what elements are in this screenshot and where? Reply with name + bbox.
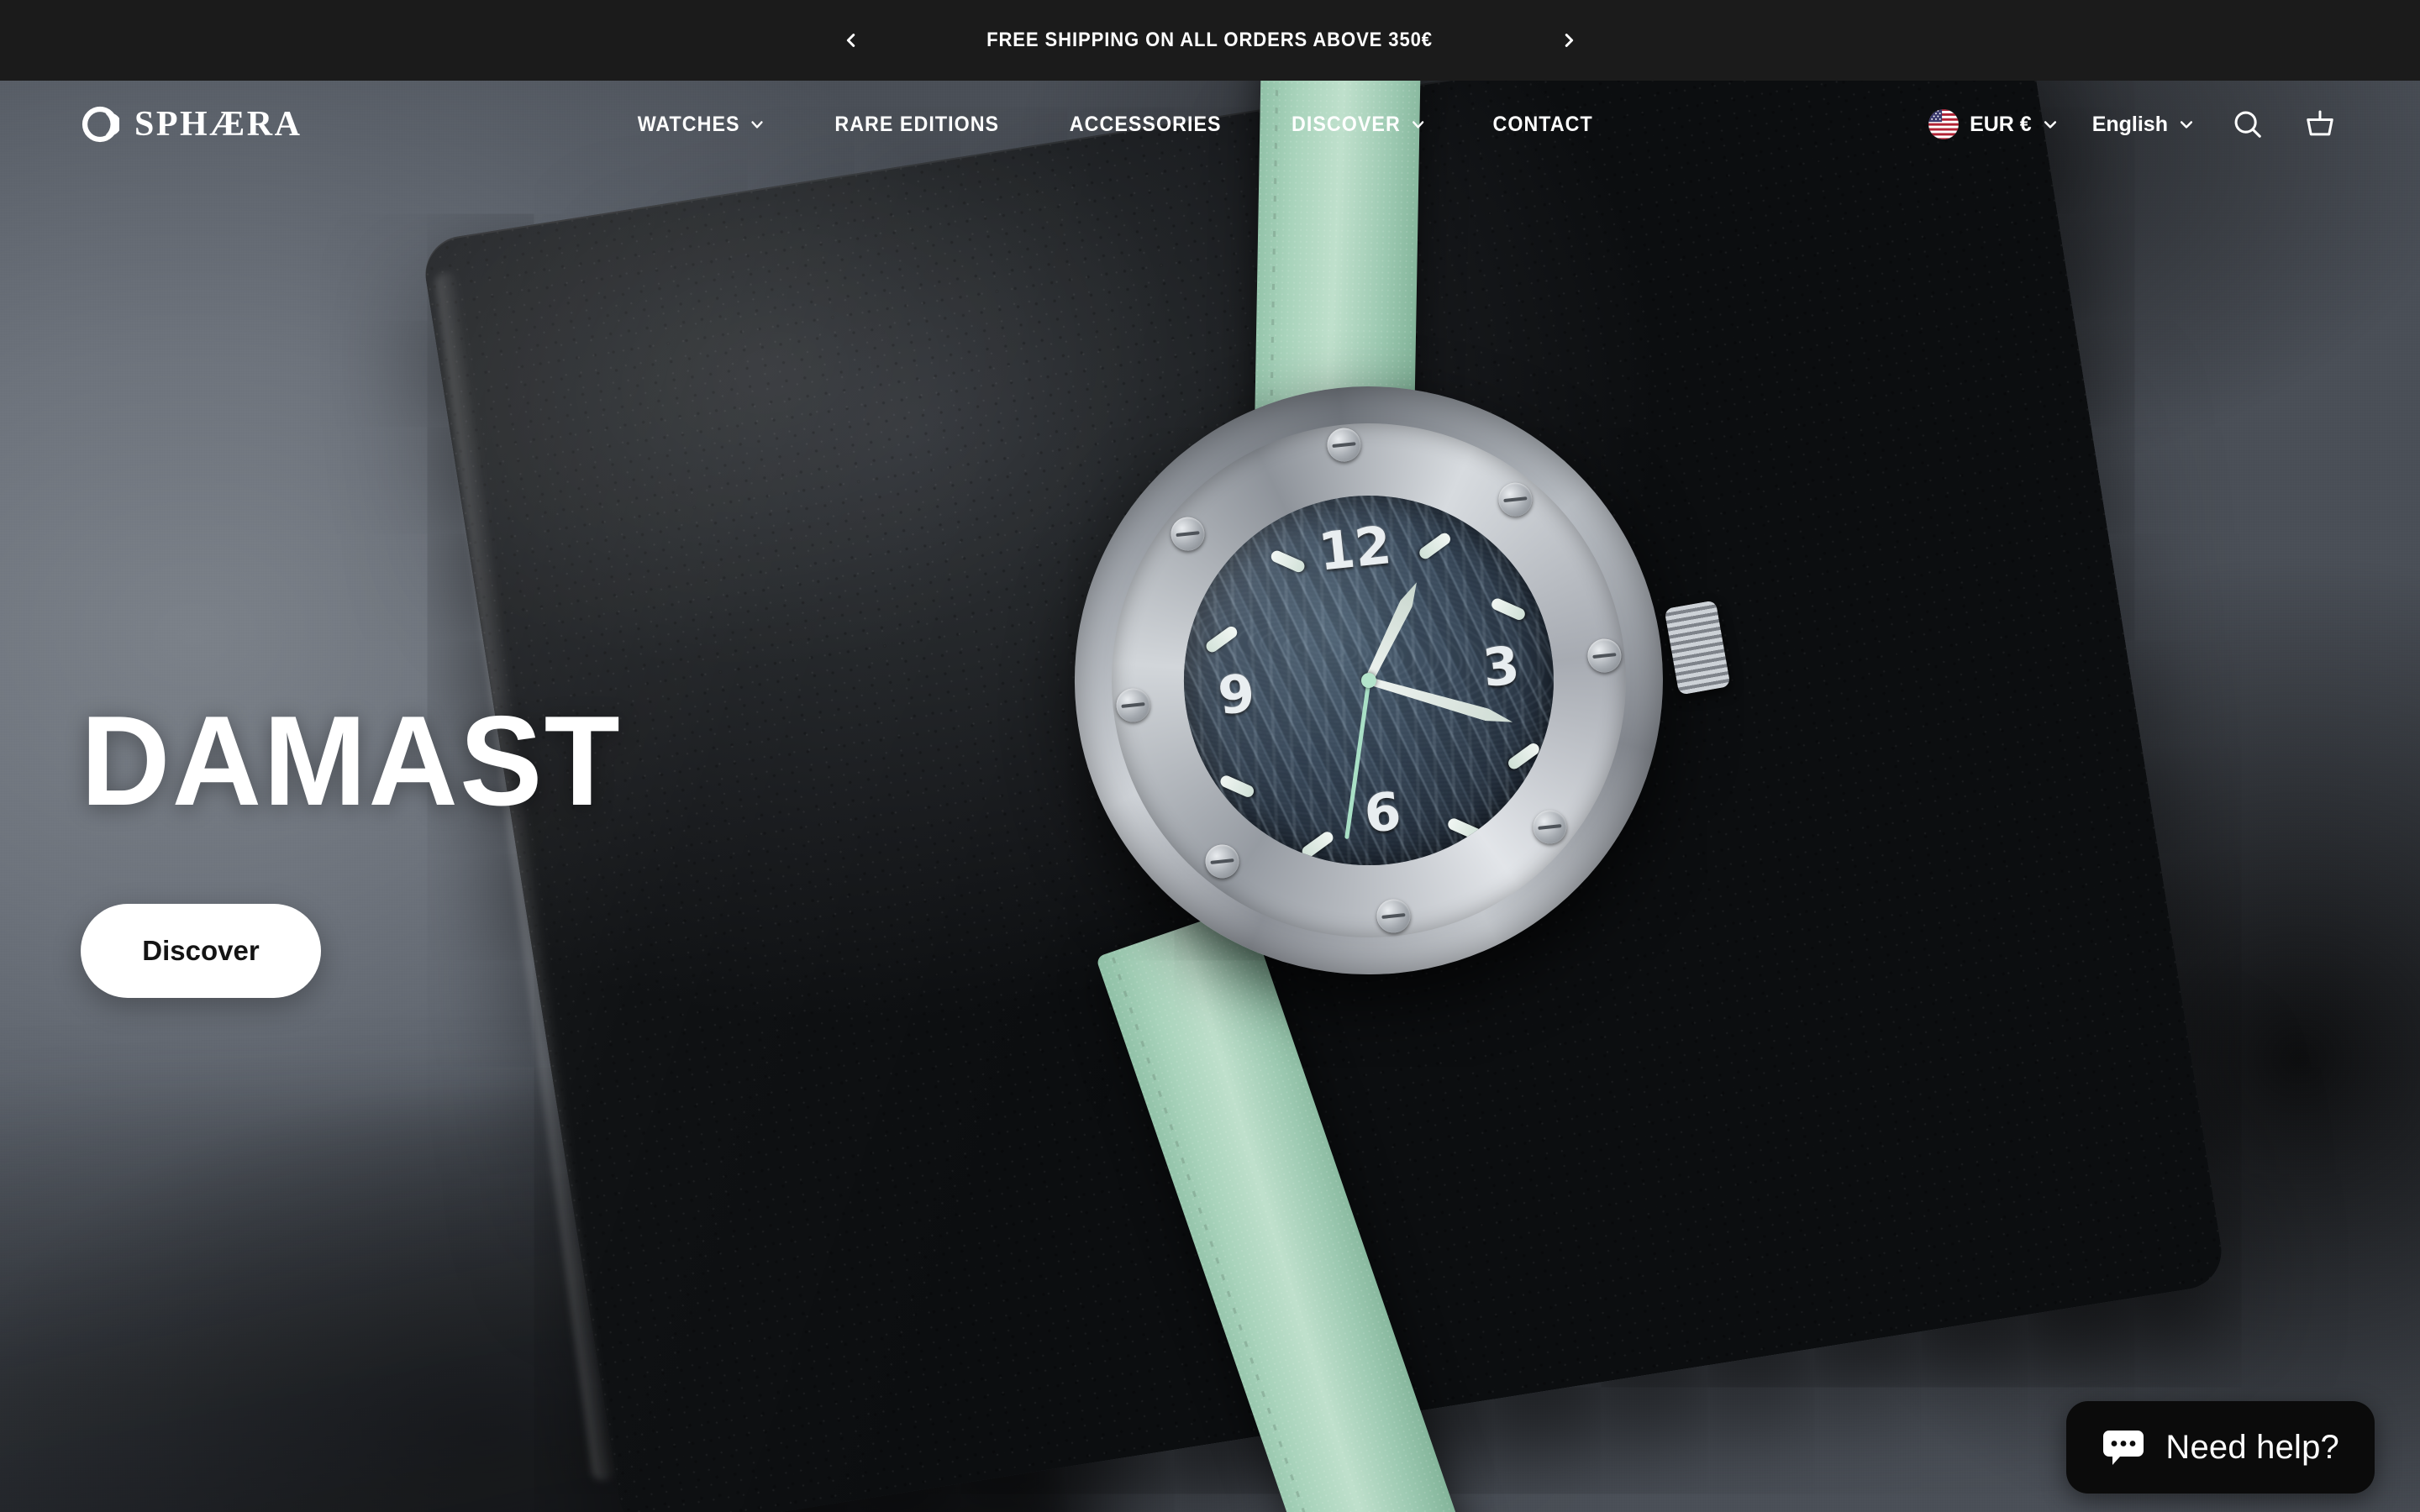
hero-title: DAMAST xyxy=(81,690,622,832)
nav-item-contact[interactable]: CONTACT xyxy=(1493,113,1593,137)
site-header: SPHÆRA WATCHES RARE EDITIONS ACCESSORIES… xyxy=(0,81,2420,168)
discover-button[interactable]: Discover xyxy=(81,904,321,998)
chat-widget[interactable]: Need help? xyxy=(2066,1401,2375,1494)
chevron-right-icon xyxy=(1565,34,1573,47)
announcement-bar: FREE SHIPPING ON ALL ORDERS ABOVE 350€ xyxy=(0,0,2420,81)
chat-label: Need help? xyxy=(2165,1428,2339,1466)
chevron-down-icon xyxy=(2044,121,2056,129)
announcement-prev-button[interactable] xyxy=(828,17,875,64)
brand-logo[interactable]: SPHÆRA xyxy=(81,104,302,144)
crescent-ring-icon xyxy=(82,106,119,143)
search-icon xyxy=(2234,111,2261,138)
nav-item-accessories[interactable]: ACCESSORIES xyxy=(1070,113,1222,137)
chevron-down-icon xyxy=(2180,121,2193,129)
chevron-down-icon xyxy=(1412,121,1423,129)
chevron-left-icon xyxy=(847,34,855,47)
cart-button[interactable] xyxy=(2301,105,2339,144)
watch-case: 12 3 6 9 xyxy=(1045,357,1692,1004)
watch-product: 12 3 6 9 xyxy=(1009,33,1731,1512)
nav-label: ACCESSORIES xyxy=(1070,112,1222,136)
language-selector[interactable]: English xyxy=(2092,113,2195,137)
main-navigation: WATCHES RARE EDITIONS ACCESSORIES DISCOV… xyxy=(302,113,1928,137)
brand-wordmark: SPHÆRA xyxy=(134,105,302,144)
bezel-screw xyxy=(1585,637,1623,675)
nav-label: DISCOVER xyxy=(1291,112,1401,136)
bezel-screw xyxy=(1114,686,1152,724)
hero-content: DAMAST Discover xyxy=(81,697,639,998)
nav-label: WATCHES xyxy=(637,112,740,136)
bezel-screw xyxy=(1375,897,1413,935)
nav-item-watches[interactable]: WATCHES xyxy=(638,113,765,137)
nav-item-discover[interactable]: DISCOVER xyxy=(1292,113,1426,137)
nav-label: CONTACT xyxy=(1492,112,1594,136)
currency-label: EUR € xyxy=(1970,112,2032,136)
shopping-basket-icon xyxy=(2307,110,2333,136)
language-label: English xyxy=(2091,112,2168,136)
us-flag-icon xyxy=(1928,108,1960,140)
nav-label: RARE EDITIONS xyxy=(834,112,1000,136)
chat-bubble-icon xyxy=(2103,1431,2144,1465)
header-utilities: EUR € English xyxy=(1928,105,2339,144)
bezel-screw xyxy=(1325,427,1363,465)
search-button[interactable] xyxy=(2228,105,2267,144)
nav-item-rare-editions[interactable]: RARE EDITIONS xyxy=(834,113,999,137)
watch-dial: 12 3 6 9 xyxy=(1165,477,1572,884)
currency-selector[interactable]: EUR € xyxy=(1928,108,2059,140)
chevron-down-icon xyxy=(751,121,763,129)
announcement-text: FREE SHIPPING ON ALL ORDERS ABOVE 350€ xyxy=(986,29,1434,51)
announcement-next-button[interactable] xyxy=(1545,17,1592,64)
